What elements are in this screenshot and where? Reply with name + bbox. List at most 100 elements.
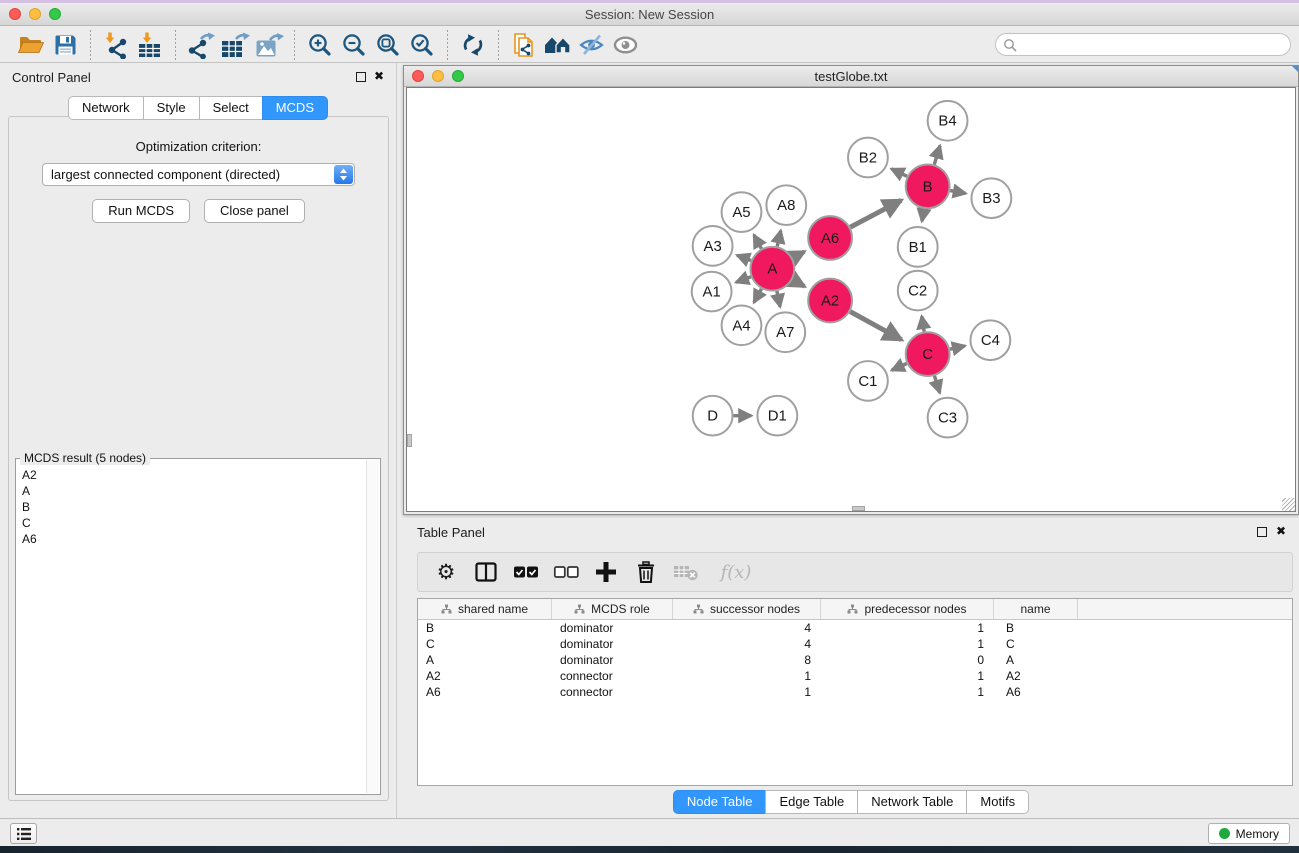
graph-edge-A-A1[interactable] [736, 277, 751, 283]
cell-MCDS-role[interactable]: dominator [552, 621, 673, 635]
cell-shared-name[interactable]: C [418, 637, 552, 651]
cell-shared-name[interactable]: A2 [418, 669, 552, 683]
save-session-button[interactable] [48, 29, 82, 61]
show-view-button[interactable] [609, 29, 643, 61]
cell-successor-nodes[interactable]: 1 [673, 685, 821, 699]
cell-name[interactable]: C [994, 637, 1078, 651]
delete-columns-button[interactable] [628, 555, 664, 589]
mcds-result-item[interactable]: A6 [17, 531, 365, 547]
graph-edge-B-B4[interactable] [934, 146, 940, 165]
network-canvas[interactable]: B4B2BB3A5A8A6B1A3AA1C2A2A4A7CC4C1C3DD1 [406, 87, 1296, 512]
hide-selected-button[interactable] [575, 29, 609, 61]
cell-predecessor-nodes[interactable]: 1 [821, 621, 994, 635]
zoom-selected-button[interactable] [405, 29, 439, 61]
cell-predecessor-nodes[interactable]: 1 [821, 637, 994, 651]
column-header-name[interactable]: name [994, 599, 1078, 619]
tab-motifs[interactable]: Motifs [966, 790, 1029, 814]
graph-edge-C-C2[interactable] [922, 316, 924, 331]
column-header-MCDS-role[interactable]: MCDS role [552, 599, 673, 619]
graph-node-A3[interactable]: A3 [693, 226, 733, 266]
graph-edge-A-A6[interactable] [793, 252, 805, 258]
tab-node-table[interactable]: Node Table [673, 790, 767, 814]
delete-table-button[interactable] [668, 555, 704, 589]
memory-button[interactable]: Memory [1208, 823, 1290, 844]
graph-node-B3[interactable]: B3 [971, 178, 1011, 218]
open-session-button[interactable] [14, 29, 48, 61]
graph-node-B4[interactable]: B4 [928, 101, 968, 141]
graph-node-B[interactable]: B [906, 164, 950, 208]
cell-shared-name[interactable]: A [418, 653, 552, 667]
export-network-button[interactable] [184, 29, 218, 61]
export-image-button[interactable] [252, 29, 286, 61]
table-row[interactable]: A6connector11A6 [418, 684, 1292, 700]
table-settings-button[interactable]: ⚙ [428, 555, 464, 589]
graph-edge-C-C4[interactable] [950, 346, 965, 349]
table-row[interactable]: Bdominator41B [418, 620, 1292, 636]
cell-name[interactable]: A6 [994, 685, 1078, 699]
graph-edge-A2-C[interactable] [850, 312, 901, 340]
search-field[interactable] [995, 33, 1291, 56]
close-panel-icon[interactable]: ✖ [374, 69, 384, 83]
tab-select[interactable]: Select [199, 96, 263, 120]
export-table-button[interactable] [218, 29, 252, 61]
graph-node-A5[interactable]: A5 [722, 192, 762, 232]
graph-node-A1[interactable]: A1 [692, 272, 732, 312]
cell-shared-name[interactable]: B [418, 621, 552, 635]
window-resize-grip[interactable] [1282, 498, 1295, 511]
graph-node-A6[interactable]: A6 [808, 216, 852, 260]
cell-MCDS-role[interactable]: dominator [552, 637, 673, 651]
network-minimize-button[interactable] [432, 70, 444, 82]
table-row[interactable]: A2connector11A2 [418, 668, 1292, 684]
table-row[interactable]: Cdominator41C [418, 636, 1292, 652]
create-column-button[interactable] [588, 555, 624, 589]
column-header-predecessor-nodes[interactable]: predecessor nodes [821, 599, 994, 619]
cell-name[interactable]: B [994, 621, 1078, 635]
refresh-layout-button[interactable] [456, 29, 490, 61]
column-header-successor-nodes[interactable]: successor nodes [673, 599, 821, 619]
cell-name[interactable]: A2 [994, 669, 1078, 683]
cell-successor-nodes[interactable]: 1 [673, 669, 821, 683]
graph-edge-A-A5[interactable] [754, 235, 761, 249]
zoom-in-button[interactable] [303, 29, 337, 61]
graph-edge-B-B2[interactable] [891, 169, 907, 177]
graph-node-C3[interactable]: C3 [928, 398, 968, 438]
network-window-titlebar[interactable]: testGlobe.txt [404, 66, 1298, 87]
home-view-button[interactable] [541, 29, 575, 61]
graph-node-B1[interactable]: B1 [898, 227, 938, 267]
graph-edge-A6-B[interactable] [850, 200, 901, 227]
cell-MCDS-role[interactable]: connector [552, 669, 673, 683]
duplicate-network-button[interactable] [507, 29, 541, 61]
cell-successor-nodes[interactable]: 4 [673, 637, 821, 651]
search-input[interactable] [1021, 36, 1290, 54]
graph-node-A2[interactable]: A2 [808, 279, 852, 323]
mcds-result-item[interactable]: A2 [17, 467, 365, 483]
float-panel-icon[interactable] [356, 72, 366, 82]
float-panel-icon[interactable] [1257, 527, 1267, 537]
graph-edge-A-A7[interactable] [777, 291, 780, 307]
graph-node-C2[interactable]: C2 [898, 271, 938, 311]
mcds-result-list[interactable]: A2ABCA6 [17, 467, 365, 793]
mcds-result-item[interactable]: B [17, 499, 365, 515]
graph-node-C1[interactable]: C1 [848, 361, 888, 401]
import-table-button[interactable] [133, 29, 167, 61]
graph-node-C4[interactable]: C4 [970, 320, 1010, 360]
tab-edge-table[interactable]: Edge Table [765, 790, 858, 814]
graph-node-C[interactable]: C [906, 332, 950, 376]
zoom-fit-button[interactable] [371, 29, 405, 61]
canvas-vertical-scroll-thumb[interactable] [407, 434, 412, 447]
close-panel-icon[interactable]: ✖ [1276, 524, 1286, 538]
network-close-button[interactable] [412, 70, 424, 82]
cell-shared-name[interactable]: A6 [418, 685, 552, 699]
graph-node-D[interactable]: D [693, 396, 733, 436]
run-mcds-button[interactable]: Run MCDS [92, 199, 190, 223]
graph-edge-C-C1[interactable] [892, 363, 907, 370]
cell-predecessor-nodes[interactable]: 0 [821, 653, 994, 667]
graph-edge-A-A4[interactable] [754, 289, 761, 303]
graph-node-A8[interactable]: A8 [766, 185, 806, 225]
result-list-scrollbar[interactable] [366, 460, 379, 793]
zoom-out-button[interactable] [337, 29, 371, 61]
graph-edge-C-C3[interactable] [934, 376, 939, 393]
cell-MCDS-role[interactable]: dominator [552, 653, 673, 667]
deselect-all-button[interactable] [548, 555, 584, 589]
graph-edge-B-B1[interactable] [922, 209, 924, 221]
